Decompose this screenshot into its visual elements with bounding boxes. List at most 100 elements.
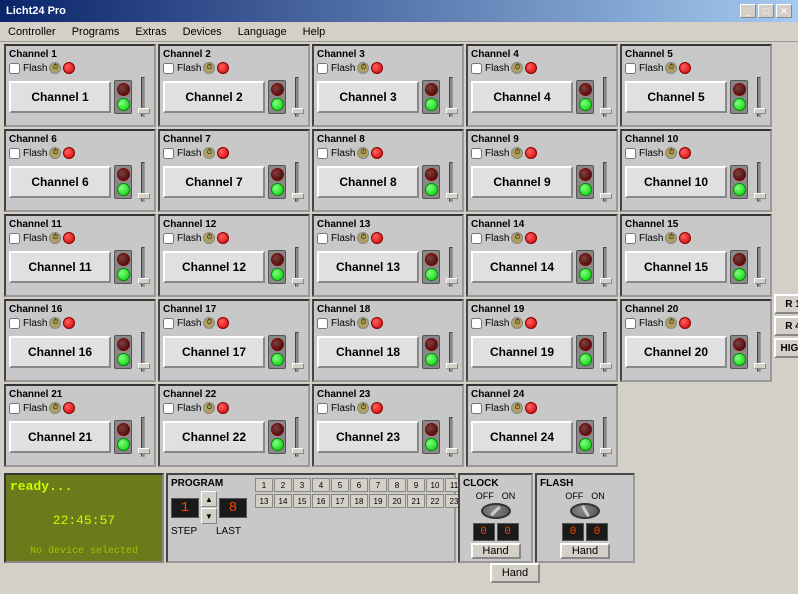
channel-name-btn-22[interactable]: Channel 22 [163,421,265,453]
hand-button-clock[interactable]: Hand [471,543,521,559]
channel-flash-checkbox-6[interactable] [9,148,20,159]
channel-slider-3[interactable] [443,77,459,117]
channel-slider-18[interactable] [443,332,459,372]
hand-button-flash[interactable]: Hand [560,543,610,559]
menu-language[interactable]: Language [234,25,291,39]
close-button[interactable]: ✕ [776,4,792,18]
channel-flash-checkbox-12[interactable] [163,233,174,244]
seq-btn-1[interactable]: 1 [255,478,273,492]
channel-flash-checkbox-19[interactable] [471,318,482,329]
seq-btn-6[interactable]: 6 [350,478,368,492]
menu-programs[interactable]: Programs [68,25,124,39]
seq-btn-22[interactable]: 22 [426,494,444,508]
menu-extras[interactable]: Extras [131,25,170,39]
channel-name-btn-7[interactable]: Channel 7 [163,166,265,198]
channel-flash-checkbox-4[interactable] [471,63,482,74]
channel-name-btn-1[interactable]: Channel 1 [9,81,111,113]
channel-flash-checkbox-7[interactable] [163,148,174,159]
channel-flash-checkbox-8[interactable] [317,148,328,159]
channel-name-btn-12[interactable]: Channel 12 [163,251,265,283]
channel-name-btn-20[interactable]: Channel 20 [625,336,727,368]
seq-btn-5[interactable]: 5 [331,478,349,492]
channel-name-btn-13[interactable]: Channel 13 [317,251,419,283]
channel-slider-20[interactable] [751,332,767,372]
seq-btn-14[interactable]: 14 [274,494,292,508]
channel-slider-9[interactable] [597,162,613,202]
prog-dn-btn[interactable]: ▼ [201,508,217,524]
seq-btn-2[interactable]: 2 [274,478,292,492]
channel-flash-checkbox-2[interactable] [163,63,174,74]
channel-flash-checkbox-21[interactable] [9,403,20,414]
channel-name-btn-18[interactable]: Channel 18 [317,336,419,368]
channel-flash-checkbox-23[interactable] [317,403,328,414]
channel-flash-checkbox-20[interactable] [625,318,636,329]
minimize-button[interactable]: _ [740,4,756,18]
channel-flash-checkbox-16[interactable] [9,318,20,329]
channel-name-btn-15[interactable]: Channel 15 [625,251,727,283]
channel-name-btn-6[interactable]: Channel 6 [9,166,111,198]
seq-btn-18[interactable]: 18 [350,494,368,508]
channel-slider-19[interactable] [597,332,613,372]
channel-slider-12[interactable] [289,247,305,287]
channel-name-btn-3[interactable]: Channel 3 [317,81,419,113]
channel-name-btn-17[interactable]: Channel 17 [163,336,265,368]
channel-flash-checkbox-13[interactable] [317,233,328,244]
flash-dial[interactable] [570,503,600,519]
channel-flash-checkbox-22[interactable] [163,403,174,414]
channel-name-btn-14[interactable]: Channel 14 [471,251,573,283]
channel-slider-17[interactable] [289,332,305,372]
channel-name-btn-5[interactable]: Channel 5 [625,81,727,113]
channel-slider-2[interactable] [289,77,305,117]
seq-btn-16[interactable]: 16 [312,494,330,508]
channel-slider-10[interactable] [751,162,767,202]
channel-name-btn-4[interactable]: Channel 4 [471,81,573,113]
channel-name-btn-8[interactable]: Channel 8 [317,166,419,198]
channel-name-btn-23[interactable]: Channel 23 [317,421,419,453]
prog-up-btn[interactable]: ▲ [201,491,217,507]
channel-slider-11[interactable] [135,247,151,287]
seq-btn-19[interactable]: 19 [369,494,387,508]
channel-slider-16[interactable] [135,332,151,372]
seq-btn-21[interactable]: 21 [407,494,425,508]
channel-flash-checkbox-17[interactable] [163,318,174,329]
channel-slider-15[interactable] [751,247,767,287]
maximize-button[interactable]: □ [758,4,774,18]
channel-slider-4[interactable] [597,77,613,117]
channel-name-btn-9[interactable]: Channel 9 [471,166,573,198]
seq-btn-3[interactable]: 3 [293,478,311,492]
channel-slider-21[interactable] [135,417,151,457]
channel-slider-14[interactable] [597,247,613,287]
menu-help[interactable]: Help [299,25,330,39]
seq-btn-15[interactable]: 15 [293,494,311,508]
window-controls[interactable]: _ □ ✕ [740,4,792,18]
channel-slider-22[interactable] [289,417,305,457]
channel-name-btn-19[interactable]: Channel 19 [471,336,573,368]
channel-slider-24[interactable] [597,417,613,457]
channel-flash-checkbox-15[interactable] [625,233,636,244]
channel-slider-13[interactable] [443,247,459,287]
seq-btn-4[interactable]: 4 [312,478,330,492]
channel-flash-checkbox-24[interactable] [471,403,482,414]
channel-slider-23[interactable] [443,417,459,457]
channel-slider-5[interactable] [751,77,767,117]
r1-button[interactable]: R 1 [774,294,798,314]
seq-btn-8[interactable]: 8 [388,478,406,492]
channel-name-btn-24[interactable]: Channel 24 [471,421,573,453]
seq-btn-17[interactable]: 17 [331,494,349,508]
seq-btn-7[interactable]: 7 [369,478,387,492]
channel-flash-checkbox-11[interactable] [9,233,20,244]
menu-controller[interactable]: Controller [4,25,60,39]
menu-devices[interactable]: Devices [179,25,226,39]
hand-button-start[interactable]: Hand [490,563,540,583]
channel-flash-checkbox-14[interactable] [471,233,482,244]
channel-slider-1[interactable] [135,77,151,117]
channel-flash-checkbox-9[interactable] [471,148,482,159]
channel-slider-6[interactable] [135,162,151,202]
channel-name-btn-2[interactable]: Channel 2 [163,81,265,113]
r4-button[interactable]: R 4 [774,316,798,336]
channel-name-btn-11[interactable]: Channel 11 [9,251,111,283]
channel-slider-7[interactable] [289,162,305,202]
channel-name-btn-21[interactable]: Channel 21 [9,421,111,453]
seq-btn-10[interactable]: 10 [426,478,444,492]
channel-flash-checkbox-3[interactable] [317,63,328,74]
